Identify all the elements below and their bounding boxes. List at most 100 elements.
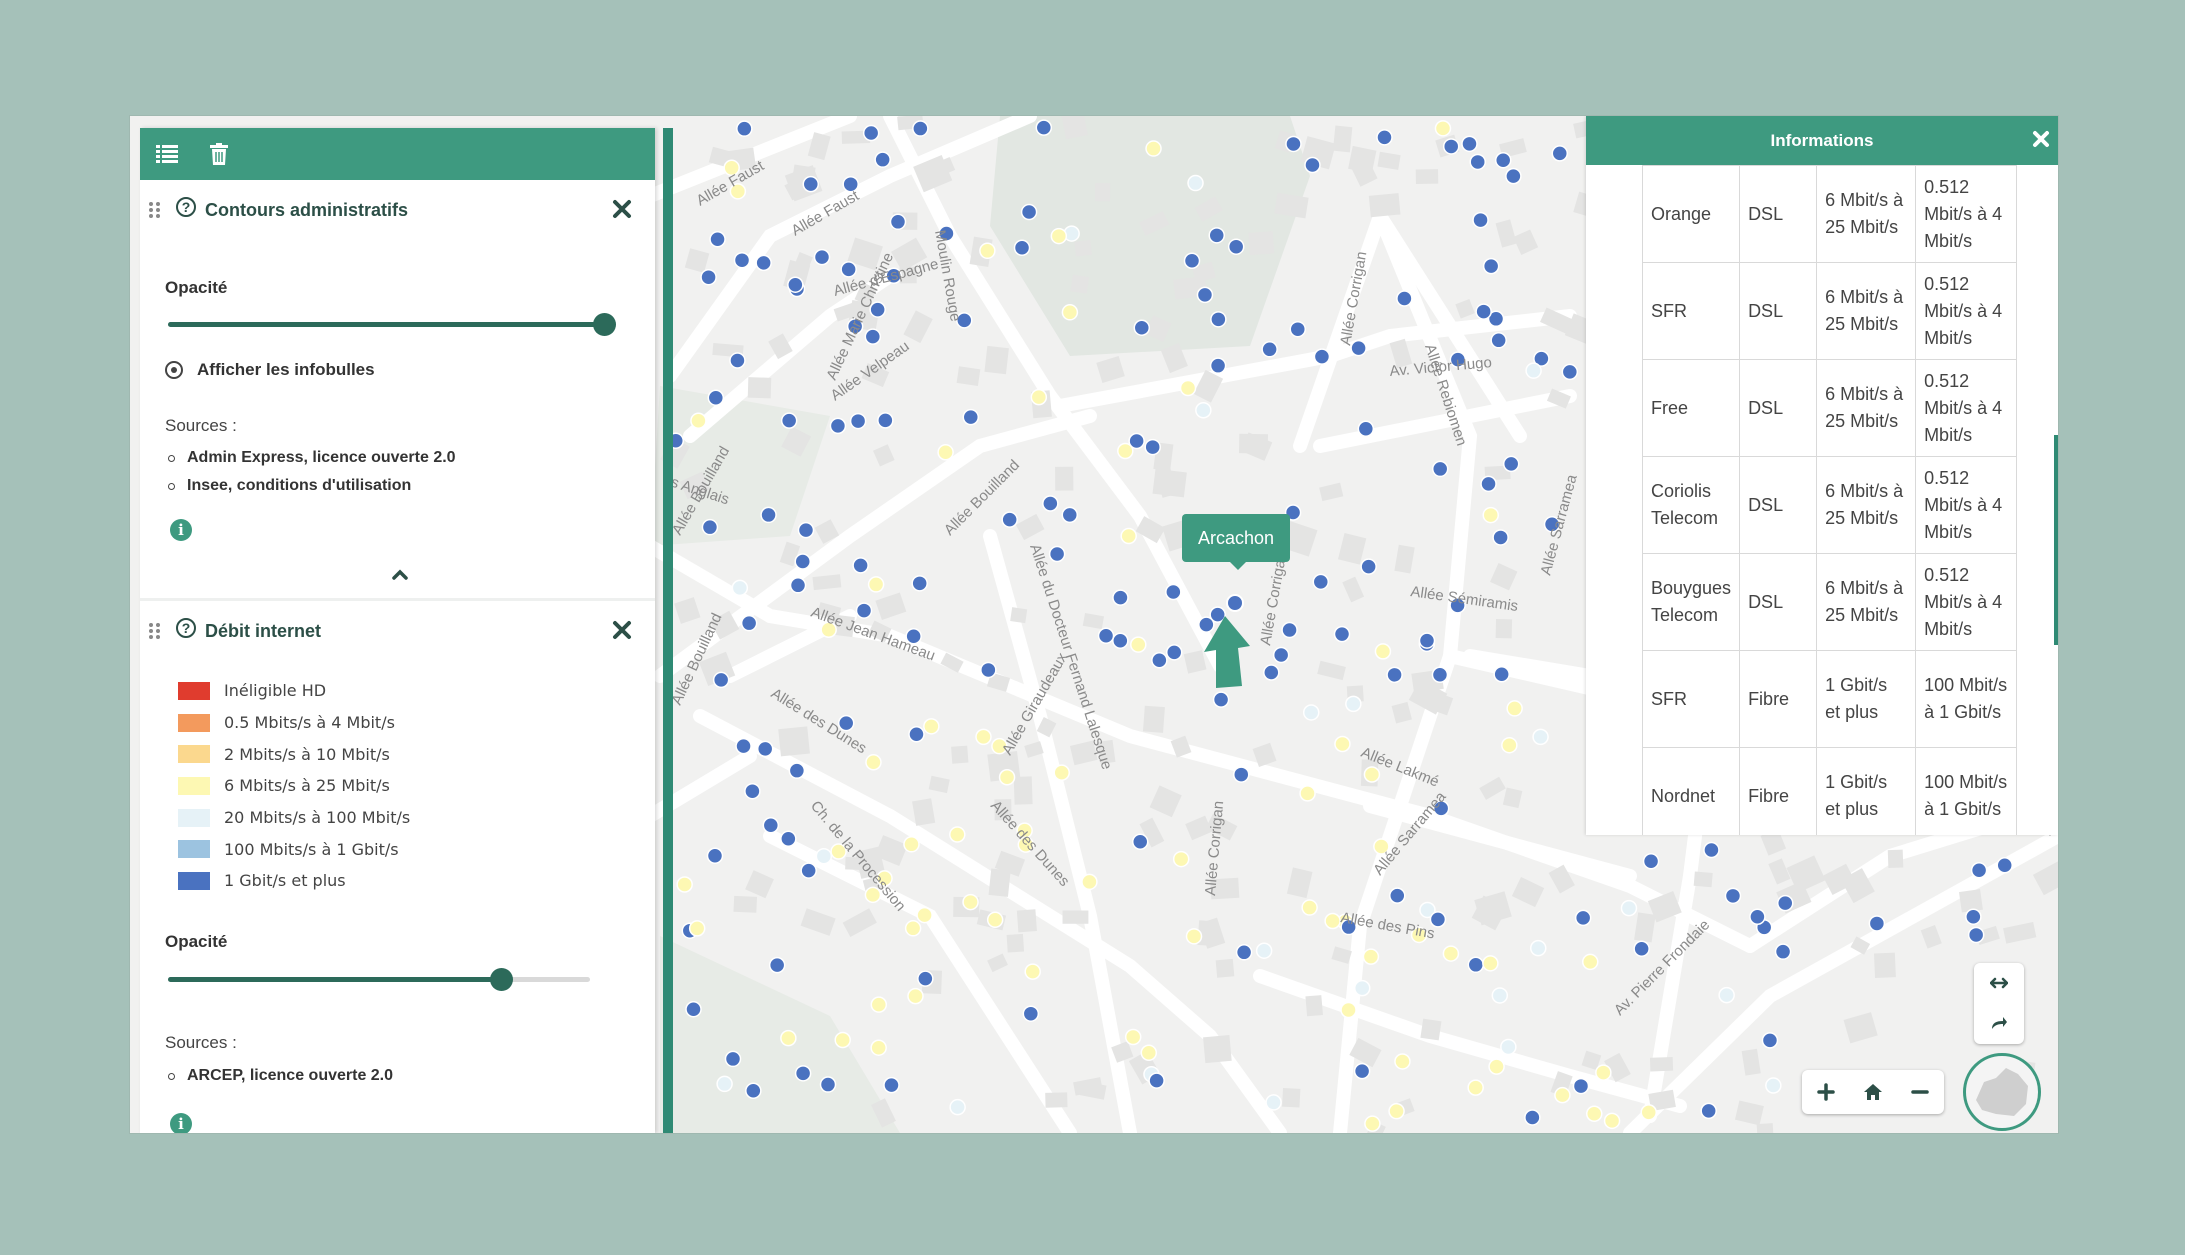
map-point[interactable] [1967,926,1985,944]
map-point[interactable] [883,1076,900,1094]
map-point[interactable] [1061,506,1079,524]
map-point[interactable] [1334,735,1351,753]
map-point[interactable] [949,826,966,843]
map-point[interactable] [904,920,922,937]
map-point[interactable] [1572,1077,1590,1095]
map-point[interactable] [1333,625,1351,643]
map-point[interactable] [1340,1001,1357,1019]
map-point[interactable] [760,506,777,524]
map-point[interactable] [1718,986,1735,1004]
map-point[interactable] [1081,873,1098,891]
map-point[interactable] [733,251,751,269]
map-point[interactable] [1574,909,1592,927]
chevron-up-icon[interactable] [390,567,410,581]
tooltip-toggle[interactable]: Afficher les infobulles [165,360,375,380]
map-point[interactable] [788,762,806,779]
map-point[interactable] [1235,944,1253,961]
map-point[interactable] [1529,939,1547,957]
map-point[interactable] [923,718,940,735]
map-point[interactable] [937,444,954,461]
map-point[interactable] [903,836,920,853]
map-point[interactable] [1172,850,1190,868]
map-point[interactable] [1140,1044,1158,1062]
panel-scrollbar[interactable] [663,128,673,1133]
map-point[interactable] [1360,558,1377,575]
map-point[interactable] [1024,963,1041,980]
map-point[interactable] [962,408,980,426]
map-point[interactable] [949,1098,966,1116]
map-point[interactable] [736,120,753,137]
map-point[interactable] [756,740,774,758]
map-point[interactable] [1130,636,1147,653]
map-point[interactable] [874,151,891,168]
map-point[interactable] [998,768,1016,786]
map-point[interactable] [1490,332,1507,349]
map-point[interactable] [1761,1032,1779,1049]
map-point[interactable] [1112,632,1129,650]
map-point[interactable] [768,956,786,974]
opacity-slider[interactable] [168,313,616,336]
map-point[interactable] [1353,1062,1371,1080]
map-point[interactable] [1482,506,1500,524]
map-point[interactable] [1388,1102,1405,1120]
map-point[interactable] [1506,700,1523,717]
map-point[interactable] [862,124,880,142]
drag-handle-icon[interactable] [148,201,162,219]
map-point[interactable] [834,1031,851,1049]
map-point[interactable] [787,276,804,293]
map-point[interactable] [780,1029,797,1047]
map-point[interactable] [716,1075,733,1093]
map-point[interactable] [1640,1104,1657,1121]
map-point[interactable] [1345,695,1362,713]
map-point[interactable] [1357,420,1375,438]
map-point[interactable] [1442,945,1460,962]
help-icon[interactable]: ? [176,618,196,638]
map-point[interactable] [1151,652,1168,669]
map-point[interactable] [709,231,726,248]
map-point[interactable] [1482,257,1500,275]
map-point[interactable] [1525,362,1542,379]
map-point[interactable] [1263,664,1280,681]
map-point[interactable] [1374,643,1392,660]
map-point[interactable] [911,575,928,592]
map-point[interactable] [1501,736,1518,754]
slider-handle[interactable] [592,313,616,336]
map-point[interactable] [1581,953,1599,971]
map-point[interactable] [1233,766,1250,783]
map-point[interactable] [1281,621,1298,639]
map-point[interactable] [849,412,867,430]
map-point[interactable] [1724,887,1742,905]
map-point[interactable] [762,816,780,834]
map-point[interactable] [1505,167,1522,185]
map-point[interactable] [986,911,1004,929]
opacity-slider[interactable] [168,968,590,991]
map-point[interactable] [1491,987,1509,1004]
map-point[interactable] [800,862,817,879]
map-point[interactable] [1053,764,1070,781]
map-point[interactable] [1492,529,1509,546]
map-point[interactable] [1020,203,1038,221]
map-point[interactable] [1048,545,1066,563]
map-point[interactable] [685,1001,702,1018]
map-point[interactable] [865,754,882,771]
map-point[interactable] [917,970,934,987]
map-point[interactable] [1050,227,1068,245]
map-point[interactable] [1603,1112,1621,1130]
close-layer-icon[interactable] [609,617,635,643]
map-point[interactable] [870,996,888,1013]
map-point[interactable] [676,876,693,893]
map-point[interactable] [1469,153,1486,171]
map-point[interactable] [1112,589,1129,606]
map-point[interactable] [877,412,894,429]
map-point[interactable] [1097,627,1115,644]
share-arrow-icon[interactable] [1984,1008,2014,1038]
map-point[interactable] [1595,1064,1612,1081]
map-point[interactable] [1209,357,1227,374]
map-point[interactable] [1013,239,1031,257]
map-point[interactable] [1148,1072,1165,1089]
zoom-out-icon[interactable] [1905,1077,1935,1107]
map-point[interactable] [1353,979,1371,997]
map-point[interactable] [1561,363,1579,381]
map-point[interactable] [1996,857,2013,874]
map-point[interactable] [1749,908,1766,926]
